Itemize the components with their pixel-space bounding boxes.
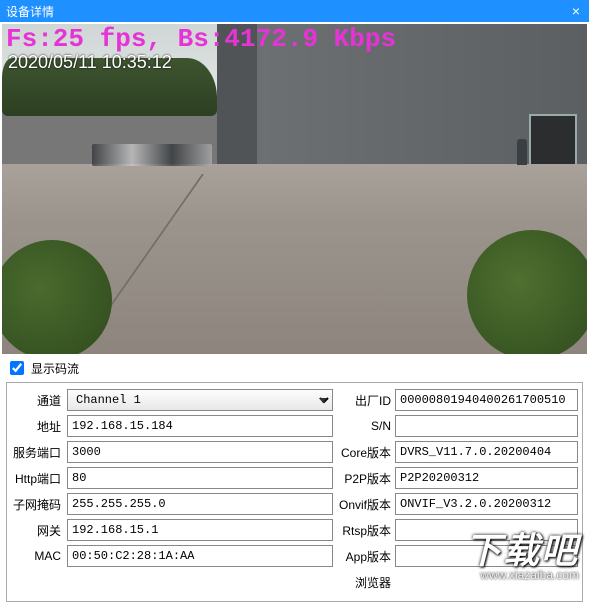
video-scene [2,24,587,354]
app-ver-input[interactable] [395,545,578,567]
right-column: 出厂ID S/N Core版本 P2P版本 Onvif版本 Rtsp版本 App… [333,389,578,597]
p2p-ver-label: P2P版本 [333,470,395,487]
overlay-fps-text: Fs:25 fps, Bs:4172.9 Kbps [6,24,396,54]
subnet-label: 子网掩码 [11,496,67,513]
show-stream-checkbox[interactable] [10,361,24,375]
overlay-timestamp-text: 2020/05/11 10:35:12 [8,52,172,73]
rtsp-ver-input[interactable] [395,519,578,541]
address-input[interactable] [67,415,333,437]
channel-select[interactable]: Channel 1 [67,389,333,411]
window-title: 设备详情 [6,3,567,20]
titlebar: 设备详情 × [0,0,589,22]
p2p-ver-input[interactable] [395,467,578,489]
service-port-input[interactable] [67,441,333,463]
close-icon[interactable]: × [567,2,585,20]
gateway-input[interactable] [67,519,333,541]
http-port-input[interactable] [67,467,333,489]
left-column: 通道 Channel 1 地址 服务端口 Http端口 子网掩码 网关 [11,389,333,597]
subnet-input[interactable] [67,493,333,515]
show-stream-row: 显示码流 [0,354,589,380]
factory-id-label: 出厂ID [333,392,395,409]
sn-label: S/N [333,419,395,433]
address-label: 地址 [11,418,67,435]
onvif-ver-input[interactable] [395,493,578,515]
core-ver-input[interactable] [395,441,578,463]
http-port-label: Http端口 [11,470,67,487]
core-ver-label: Core版本 [333,444,395,461]
video-preview: Fs:25 fps, Bs:4172.9 Kbps 2020/05/11 10:… [2,24,587,354]
show-stream-label: 显示码流 [31,360,79,377]
factory-id-input[interactable] [395,389,578,411]
mac-input[interactable] [67,545,333,567]
details-panel: 通道 Channel 1 地址 服务端口 Http端口 子网掩码 网关 [6,382,583,602]
gateway-label: 网关 [11,522,67,539]
service-port-label: 服务端口 [11,444,67,461]
sn-input[interactable] [395,415,578,437]
rtsp-ver-label: Rtsp版本 [333,522,395,539]
channel-label: 通道 [11,392,67,409]
onvif-ver-label: Onvif版本 [333,496,395,513]
mac-label: MAC [11,549,67,563]
app-ver-label: App版本 [333,548,395,565]
